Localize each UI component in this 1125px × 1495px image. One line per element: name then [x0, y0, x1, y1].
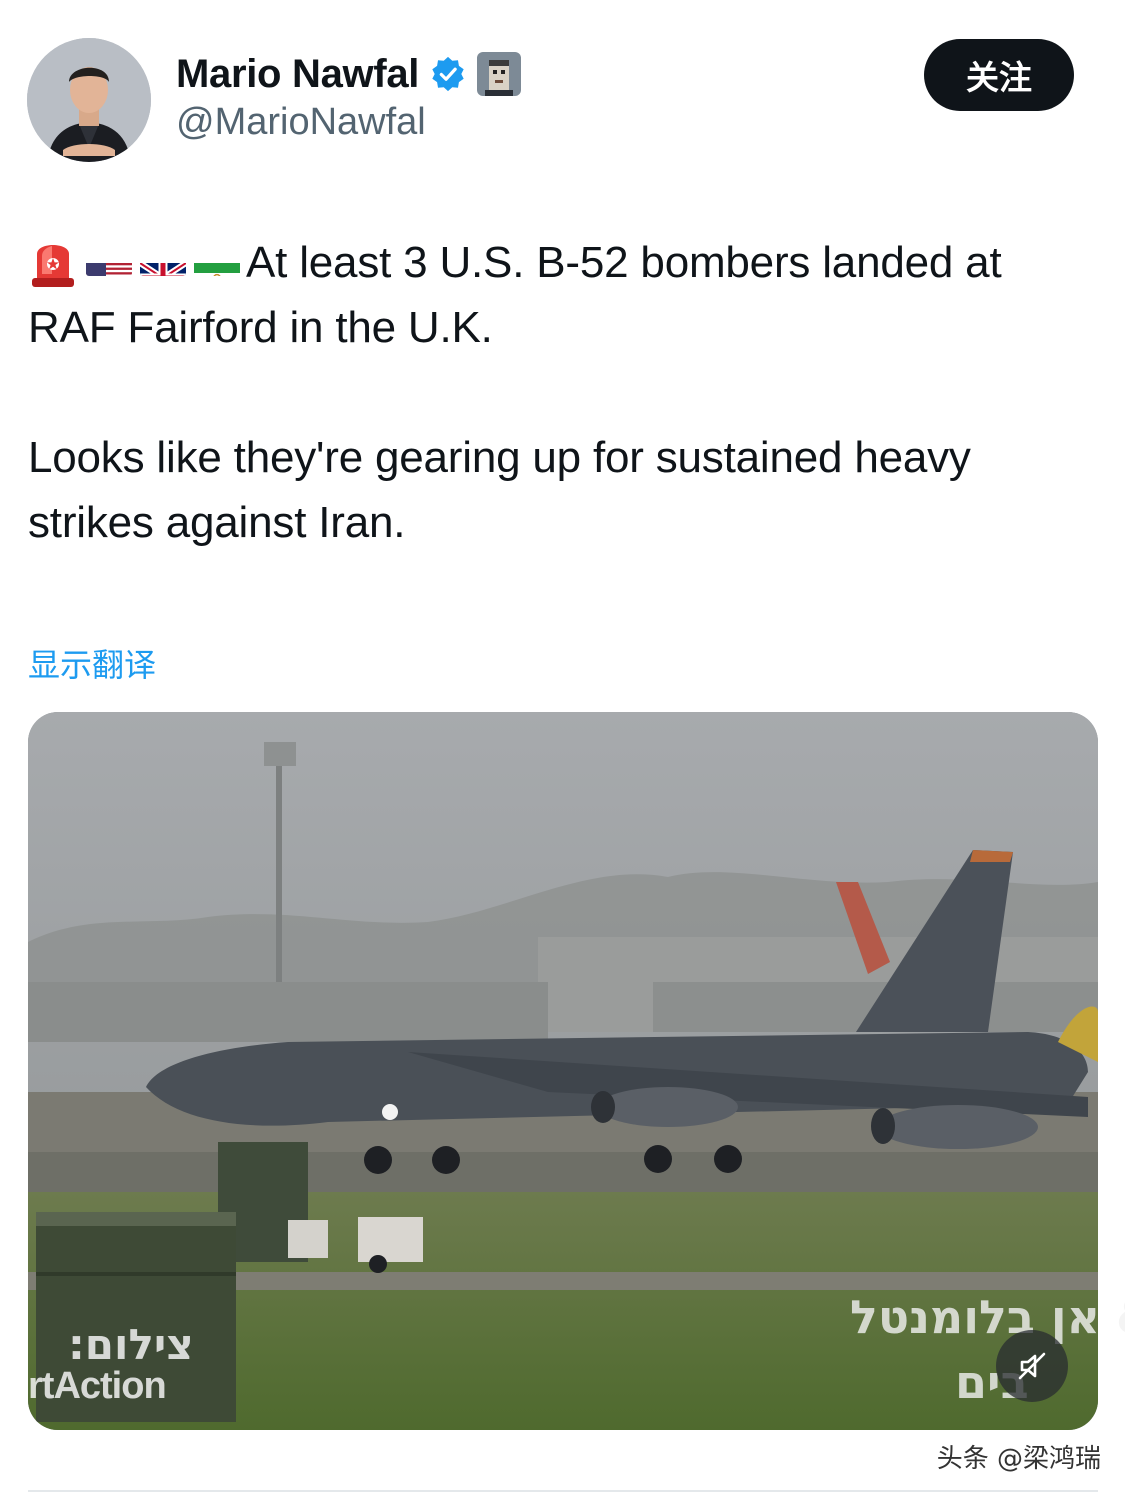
source-watermark: 头条 @梁鸿瑞 [936, 1444, 1101, 1474]
author-display-name[interactable]: Mario Nawfal [176, 52, 419, 97]
rotating-light-icon [28, 234, 78, 288]
bottom-divider [28, 1490, 1098, 1492]
pixel-avatar-affiliate-icon[interactable] [477, 52, 522, 96]
verified-badge-icon [429, 55, 467, 93]
author-name-row: Mario Nawfal [176, 48, 522, 100]
emoji-row [28, 234, 240, 288]
tweet-line-4: strikes against Iran. [28, 498, 406, 547]
tweet-line-1-text: At least 3 U.S. B-52 bombers landed at [246, 238, 1002, 287]
muted-speaker-icon [1018, 1352, 1046, 1380]
us-flag-icon [86, 246, 132, 277]
video-watermark-hebrew-left: צילום: [68, 1320, 194, 1369]
profile-photo [27, 38, 151, 162]
author-handle[interactable]: @MarioNawfal [176, 101, 426, 144]
video-watermark-latin: rtAction [28, 1365, 167, 1407]
avatar[interactable] [27, 38, 151, 162]
tweet-text: At least 3 U.S. B-52 bombers landed at R… [28, 230, 1108, 555]
uk-flag-icon [140, 246, 186, 277]
tweet-line-3: Looks like they're gearing up for sustai… [28, 433, 971, 482]
iran-flag-icon [194, 246, 240, 277]
video-watermark-hebrew-right-line1: אן בלומנטל & [850, 1290, 1125, 1344]
tweet-line-1: At least 3 U.S. B-52 bombers landed at [28, 230, 1108, 295]
show-translation-link[interactable]: 显示翻译 [28, 640, 156, 686]
tweet-line-2: RAF Fairford in the U.K. [28, 303, 493, 352]
follow-button[interactable]: 关注 [924, 39, 1074, 111]
mute-toggle-button[interactable] [996, 1330, 1068, 1402]
